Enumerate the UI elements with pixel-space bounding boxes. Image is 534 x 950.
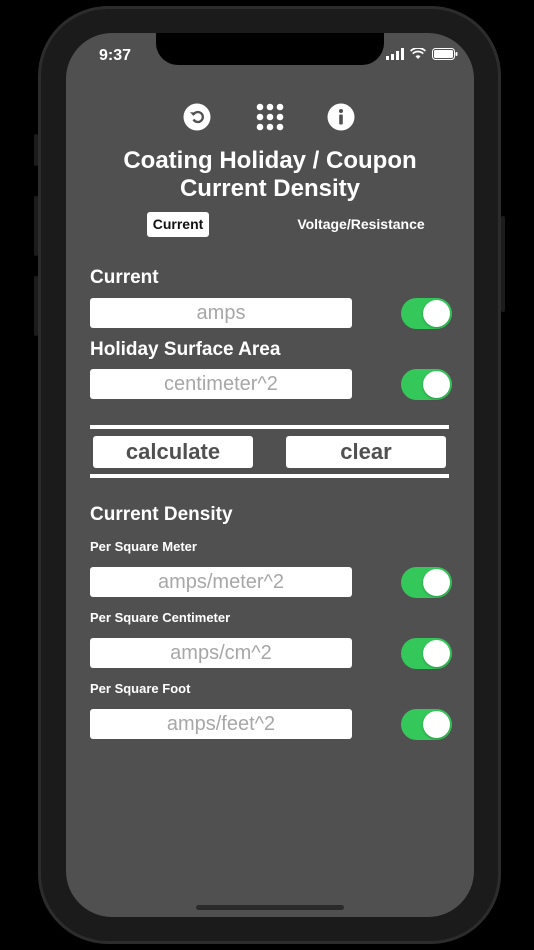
status-time: 9:37 [99, 47, 132, 64]
area-input[interactable] [90, 369, 352, 399]
per-ft2-toggle[interactable] [401, 709, 452, 740]
toggle-knob [423, 371, 450, 398]
toggle-knob [423, 569, 450, 596]
home-indicator[interactable] [196, 905, 344, 910]
toggle-knob [423, 640, 450, 667]
results-heading: Current Density [90, 504, 233, 525]
keypad-icon [256, 103, 284, 131]
notch [156, 33, 384, 65]
wifi-icon [410, 48, 426, 59]
info-icon [327, 103, 355, 131]
page-title: Coating Holiday / Coupon Current Density [66, 147, 474, 203]
info-button[interactable] [325, 101, 357, 133]
undo-icon [183, 103, 211, 131]
current-input[interactable] [90, 298, 352, 328]
silent-switch [34, 134, 38, 166]
battery-icon [432, 48, 458, 60]
title-line-1: Coating Holiday / Coupon [123, 147, 417, 174]
per-m2-output[interactable] [90, 567, 352, 597]
area-label: Holiday Surface Area [90, 339, 281, 360]
per-cm2-output[interactable] [90, 638, 352, 668]
tab-current[interactable]: Current [147, 212, 209, 237]
keypad-button[interactable] [254, 101, 286, 133]
volume-down-button [34, 276, 38, 336]
per-m2-label: Per Square Meter [90, 539, 197, 554]
per-m2-toggle[interactable] [401, 567, 452, 598]
power-button [501, 216, 505, 312]
undo-button[interactable] [181, 101, 213, 133]
per-ft2-label: Per Square Foot [90, 681, 191, 696]
per-cm2-label: Per Square Centimeter [90, 610, 231, 625]
divider-bottom [90, 474, 449, 478]
toolbar [66, 101, 474, 133]
app-screen: 9:37 Coating Holiday / Coupon Current De… [66, 33, 474, 917]
calculate-button[interactable]: calculate [93, 436, 253, 468]
current-label: Current [90, 267, 159, 288]
toggle-knob [423, 300, 450, 327]
clear-button[interactable]: clear [286, 436, 446, 468]
per-cm2-toggle[interactable] [401, 638, 452, 669]
tab-voltage-resistance[interactable]: Voltage/Resistance [286, 212, 436, 237]
title-line-2: Current Density [179, 175, 361, 202]
current-toggle[interactable] [401, 298, 452, 329]
area-toggle[interactable] [401, 369, 452, 400]
volume-up-button [34, 196, 38, 256]
status-icons [386, 48, 458, 60]
toggle-knob [423, 711, 450, 738]
divider-top [90, 425, 449, 429]
per-ft2-output[interactable] [90, 709, 352, 739]
signal-icon [386, 48, 404, 60]
